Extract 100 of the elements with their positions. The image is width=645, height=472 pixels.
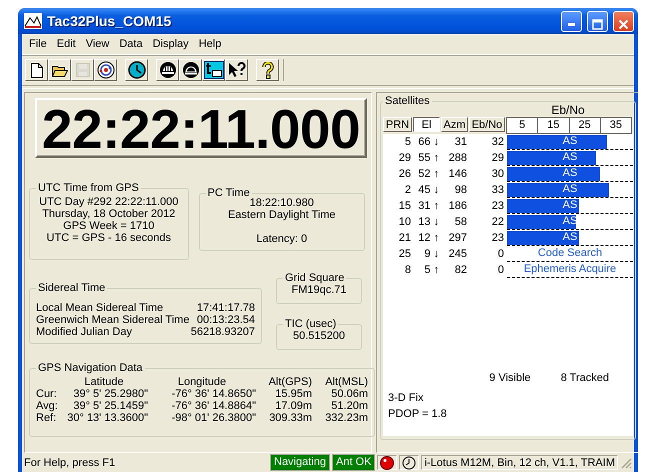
sidereal-value: 00:13:23.54 [196, 314, 255, 326]
utc-info-text: Thursday, 18 October 2012 [41, 208, 176, 220]
menu-item[interactable]: Display [148, 38, 194, 50]
group-title: Satellites [384, 95, 431, 107]
elevation-cell-text: 12 ↑ [417, 231, 440, 246]
elevation-cell-text: 13 ↓ [417, 215, 440, 230]
column-header: Latitude [83, 376, 125, 388]
latitude-cell-text: 39° 5' 25.1459" [72, 400, 148, 412]
column-header[interactable]: PRN [383, 117, 412, 132]
help-button[interactable] [256, 59, 279, 81]
menu-item[interactable]: Data [114, 38, 148, 50]
signal-label: AS [562, 182, 578, 197]
help-text: For Help, press F1 [24, 456, 116, 468]
utc-info-text: UTC Day #292 22:22:11.000 [38, 196, 180, 208]
menu-item[interactable]: View [80, 38, 114, 50]
column-header: Alt(GPS) [268, 376, 312, 388]
elevation-cell-text: 66 ↓ [417, 135, 440, 150]
prn-cell-text: 10 [398, 215, 412, 230]
altitude-cell-text: 50.06m [330, 388, 368, 400]
utc-info-text: UTC = GPS - 16 seconds [46, 232, 172, 244]
elevation-cell-text: 9 ↓ [423, 247, 440, 262]
ebno-cell-text: 0 [496, 247, 505, 262]
scale-title: Eb/No [550, 103, 586, 117]
column-header[interactable]: El [413, 117, 440, 132]
clock-icon [128, 61, 146, 79]
signal-label: AS [562, 198, 578, 213]
status-indicator: Navigating [270, 454, 330, 471]
target-button[interactable] [94, 59, 117, 81]
minimize-icon [568, 22, 575, 26]
menu-item[interactable]: Edit [52, 38, 81, 50]
longitude-cell-text: -76° 36' 14.8864" [170, 400, 256, 412]
folder-icon [52, 64, 68, 76]
receiver-info: i-Lotus M12M, Bin, 12 ch, V1.1, TRAIM [421, 455, 618, 470]
ebno-cell-text: 22 [490, 215, 505, 230]
ebno-cell-text: 29 [490, 151, 505, 166]
azimuth-cell-text: 297 [448, 231, 468, 246]
pointer-question-icon [228, 62, 246, 78]
window-button[interactable] [202, 59, 225, 81]
app-icon [24, 13, 42, 29]
menu-item[interactable]: File [24, 38, 52, 50]
signal-label: AS [562, 166, 578, 181]
elevation-cell-text: 5 ↑ [423, 263, 440, 278]
close-icon [618, 18, 629, 30]
window-icon [204, 61, 224, 79]
clock-button[interactable] [125, 59, 148, 81]
menu-item[interactable]: Help [194, 38, 226, 50]
column-header[interactable]: Eb/No [469, 117, 505, 132]
altitude-cell-text: 15.95m [274, 388, 312, 400]
column-header[interactable]: Azm [441, 117, 468, 132]
question-icon [262, 62, 274, 78]
context-help-button[interactable] [225, 59, 248, 81]
latitude-cell-text: 30° 13' 13.3600" [66, 412, 148, 424]
azimuth-cell-text: 98 [454, 183, 468, 198]
longitude-cell-text: -76° 36' 14.8650" [170, 388, 256, 400]
altitude-cell-text: 17.09m [274, 400, 312, 412]
prn-cell-text: 15 [398, 199, 412, 214]
ebno-cell-text: 32 [490, 135, 505, 150]
signal-label: AS [562, 134, 578, 149]
group-title: Sidereal Time [37, 282, 106, 294]
latency-text: Latency: 0 [255, 233, 308, 245]
open-button[interactable] [48, 59, 71, 81]
row-label: Cur: [36, 388, 58, 400]
document-icon [30, 62, 42, 78]
antenna-button[interactable] [156, 59, 179, 81]
elevation-cell-text: 31 ↑ [417, 199, 440, 214]
azimuth-cell-text: 288 [448, 151, 468, 166]
prn-cell-text: 26 [398, 167, 412, 182]
maximize-button[interactable] [587, 10, 608, 32]
prn-cell-text: 2 [404, 183, 412, 198]
altitude-cell-text: 332.23m [324, 412, 368, 424]
tracked-count: 8 Tracked [560, 372, 609, 384]
dome-button[interactable] [179, 59, 202, 81]
azimuth-cell-text: 186 [448, 199, 468, 214]
close-button[interactable] [613, 10, 634, 32]
resize-grip-icon [620, 456, 632, 468]
sidereal-value: 17:41:17.78 [196, 302, 255, 314]
group-title: Grid Square [284, 272, 346, 284]
row-label: Ref: [36, 412, 58, 424]
grid-square-value: FM19qc.71 [290, 284, 348, 296]
ebno-cell-text: 23 [490, 231, 505, 246]
time-zone-text: Eastern Daylight Time [226, 209, 337, 221]
tic-value: 50.515200 [292, 330, 346, 342]
ebno-cell-text: 33 [490, 183, 505, 198]
sidereal-label: Greenwich Mean Sidereal Time [36, 314, 190, 326]
target-icon [96, 61, 114, 79]
altitude-cell-text: 51.20m [330, 400, 368, 412]
elevation-cell-text: 55 ↑ [417, 151, 440, 166]
prn-cell-text: 29 [398, 151, 412, 166]
maximize-icon [592, 18, 603, 30]
scale-tick: 15 [538, 118, 570, 133]
azimuth-cell-text: 82 [454, 263, 468, 278]
prn-cell-text: 5 [404, 135, 412, 150]
visible-count: 9 Visible [489, 372, 531, 384]
minimize-button[interactable] [561, 10, 582, 32]
status-indicator: Ant OK [332, 454, 376, 471]
column-header: Alt(MSL) [324, 376, 368, 388]
pc-time-text: 18:22:10.980 [248, 197, 315, 209]
group-title: GPS Navigation Data [37, 362, 144, 374]
azimuth-cell-text: 245 [448, 247, 468, 262]
new-button[interactable] [25, 59, 48, 81]
